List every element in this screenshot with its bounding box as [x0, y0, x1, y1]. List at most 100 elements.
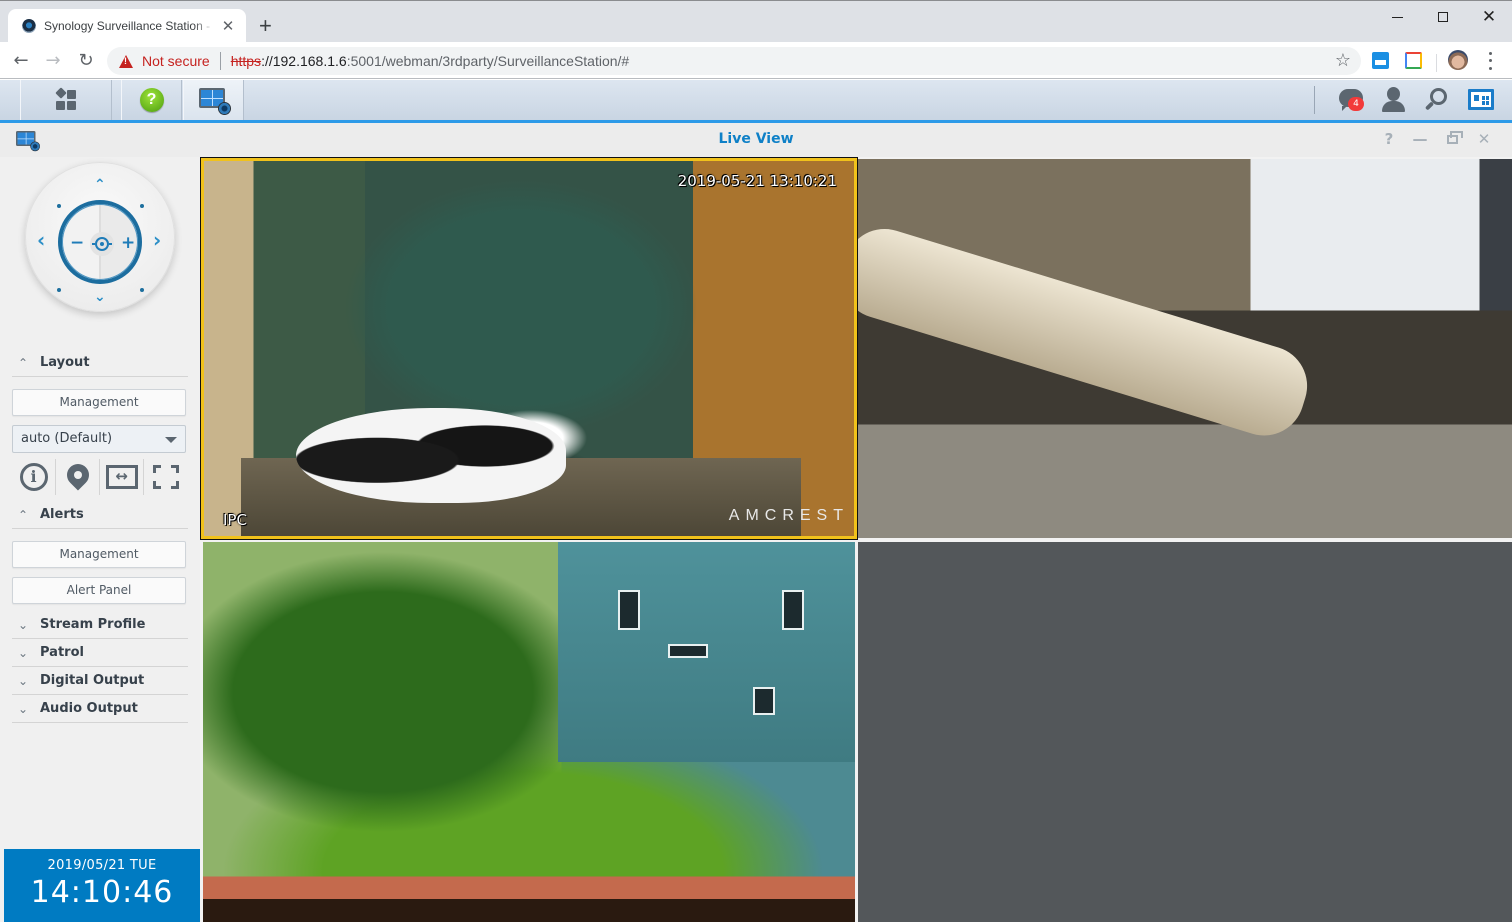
location-button[interactable]	[56, 459, 100, 495]
browser-tab[interactable]: Synology Surveillance Station - R ✕	[8, 9, 246, 43]
info-icon: i	[19, 463, 48, 491]
selected-camera-border	[201, 158, 857, 539]
section-label: Alerts	[40, 507, 84, 522]
address-bar[interactable]: Not secure https://192.168.1.6:5001/webm…	[107, 47, 1361, 75]
section-label: Stream Profile	[40, 617, 146, 632]
ptz-control-pad[interactable]: ⌃ ⌄ ‹ › − +	[25, 162, 175, 312]
ptz-zoom-ring: − +	[58, 200, 142, 284]
user-button[interactable]	[1380, 86, 1408, 114]
camera-tile-4-empty[interactable]	[858, 542, 1512, 922]
chevron-up-icon: ⌃	[17, 507, 29, 522]
ptz-right-icon[interactable]: ›	[153, 230, 161, 250]
notifications-button[interactable]: 4	[1338, 86, 1366, 114]
section-patrol[interactable]: ⌄ Patrol	[12, 639, 188, 667]
dsm-help-button[interactable]: ?	[121, 80, 182, 120]
url-text[interactable]: https://192.168.1.6:5001/webman/3rdparty…	[231, 53, 630, 69]
map-pin-icon	[61, 459, 94, 491]
chevron-down-icon: ⌄	[17, 645, 29, 660]
close-icon: ✕	[1481, 7, 1497, 26]
fullscreen-icon	[153, 465, 179, 489]
user-icon	[1387, 87, 1400, 101]
restore-icon	[1446, 131, 1463, 144]
surveillance-station-icon	[198, 88, 231, 115]
camera-tile-3[interactable]	[203, 542, 855, 922]
section-audio-output[interactable]: ⌄ Audio Output	[12, 695, 188, 723]
tab-close-icon[interactable]: ✕	[220, 18, 236, 34]
security-status[interactable]: Not secure	[142, 53, 210, 69]
layout-management-button[interactable]: Management	[12, 389, 186, 416]
help-icon: ?	[139, 88, 164, 112]
alerts-management-button[interactable]: Management	[12, 541, 186, 568]
zoom-in-button[interactable]: +	[121, 235, 135, 252]
new-tab-button[interactable]: +	[259, 15, 272, 37]
ptz-home-button[interactable]	[90, 232, 114, 256]
chevron-up-icon: ⌃	[17, 355, 29, 370]
ptz-diagonal-up-right[interactable]	[140, 204, 144, 208]
section-digital-output[interactable]: ⌄ Digital Output	[12, 667, 188, 695]
window-title: Live View	[718, 131, 794, 147]
window-minimize-button[interactable]	[1374, 1, 1420, 33]
maximize-icon	[1438, 12, 1448, 22]
section-label: Layout	[40, 355, 90, 370]
extension-icon[interactable]	[1372, 52, 1389, 69]
live-view-window-header[interactable]: Live View ? — ✕	[0, 123, 1512, 157]
ptz-diagonal-up-left[interactable]	[57, 204, 61, 208]
fit-width-icon: ↔	[105, 465, 138, 489]
main-menu-button[interactable]	[20, 80, 112, 120]
window-help-button[interactable]: ?	[1378, 129, 1400, 149]
window-close-button[interactable]: ✕	[1473, 129, 1495, 149]
tab-title: Synology Surveillance Station - R	[44, 19, 214, 33]
camera-tile-2[interactable]	[858, 159, 1512, 538]
ptz-diagonal-down-right[interactable]	[140, 288, 144, 292]
camera-tile-1[interactable]: 2019-05-21 13:10:21 IPC AMCREST	[200, 157, 858, 540]
taskbar-divider	[1314, 86, 1315, 114]
widgets-button[interactable]	[1467, 86, 1495, 114]
window-maximize-button[interactable]	[1420, 1, 1466, 33]
profile-avatar[interactable]	[1448, 50, 1468, 70]
window-restore-button[interactable]	[1441, 129, 1463, 149]
info-button[interactable]: i	[12, 459, 56, 495]
clock-time: 14:10:46	[30, 875, 174, 910]
chevron-down-icon: ⌄	[17, 701, 29, 716]
ptz-down-icon[interactable]: ⌄	[94, 290, 106, 304]
window-close-button[interactable]: ✕	[1466, 1, 1512, 33]
alert-panel-button[interactable]: Alert Panel	[12, 577, 186, 604]
control-sidebar: ⌃ ⌄ ‹ › − + ⌃ Layout Management auto (De…	[0, 157, 200, 922]
section-label: Digital Output	[40, 673, 145, 688]
crosshair-icon	[92, 237, 112, 251]
toolbar-divider	[1436, 54, 1437, 72]
layout-select[interactable]: auto (Default)	[12, 425, 186, 453]
camera-grid: 2019-05-21 13:10:21 IPC AMCREST	[200, 157, 1512, 922]
ptz-up-icon[interactable]: ⌃	[94, 178, 106, 192]
browser-tab-strip: Synology Surveillance Station - R ✕ + ✕	[0, 0, 1512, 43]
extension-screenshot-icon[interactable]	[1405, 52, 1422, 69]
notification-badge: 4	[1348, 97, 1364, 111]
clock-widget: 2019/05/21 TUE 14:10:46	[4, 849, 200, 922]
fullscreen-button[interactable]	[144, 459, 188, 495]
section-alerts[interactable]: ⌃ Alerts	[12, 501, 188, 529]
section-stream-profile[interactable]: ⌄ Stream Profile	[12, 611, 188, 639]
minimize-icon	[1391, 16, 1403, 18]
dsm-taskbar: ? 4	[0, 80, 1512, 120]
warning-icon	[119, 54, 133, 68]
ptz-left-icon[interactable]: ‹	[37, 230, 45, 250]
chevron-down-icon	[165, 437, 177, 443]
browser-menu-icon[interactable]	[1484, 50, 1496, 72]
layout-select-value: auto (Default)	[21, 431, 113, 446]
fit-to-window-button[interactable]: ↔	[100, 459, 144, 495]
surveillance-station-taskbar-button[interactable]	[183, 80, 244, 120]
section-layout[interactable]: ⌃ Layout	[12, 349, 188, 377]
layout-tools: i ↔	[12, 459, 188, 495]
section-label: Audio Output	[40, 701, 138, 716]
zoom-out-button[interactable]: −	[70, 235, 84, 252]
search-button[interactable]	[1423, 86, 1451, 114]
back-button[interactable]: ←	[9, 49, 33, 73]
forward-button[interactable]: →	[41, 49, 65, 73]
clock-date: 2019/05/21 TUE	[47, 858, 157, 873]
reload-button[interactable]: ↻	[74, 49, 98, 73]
browser-toolbar: ← → ↻ Not secure https://192.168.1.6:500…	[0, 42, 1512, 79]
bookmark-star-icon[interactable]: ☆	[1335, 50, 1351, 71]
house-shape	[558, 542, 855, 762]
window-minimize-button[interactable]: —	[1409, 129, 1431, 149]
ptz-diagonal-down-left[interactable]	[57, 288, 61, 292]
